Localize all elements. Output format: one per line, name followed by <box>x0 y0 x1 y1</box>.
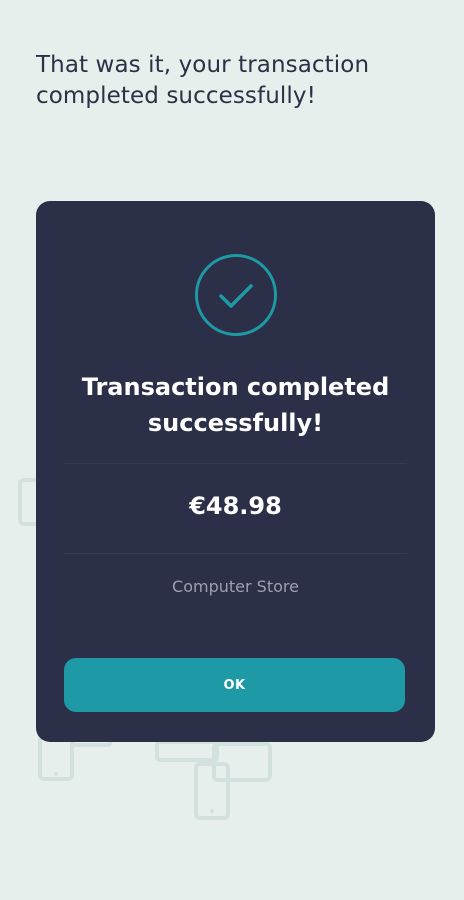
divider <box>64 463 407 464</box>
transaction-title: Transaction completed successfully! <box>81 373 390 437</box>
transaction-amount: €48.98 <box>189 492 282 520</box>
ok-button[interactable]: OK <box>64 658 405 712</box>
merchant-name: Computer Store <box>172 577 299 596</box>
check-circle-icon <box>195 254 277 336</box>
divider <box>64 553 407 554</box>
transaction-card: Transaction completed successfully! €48.… <box>36 201 435 742</box>
